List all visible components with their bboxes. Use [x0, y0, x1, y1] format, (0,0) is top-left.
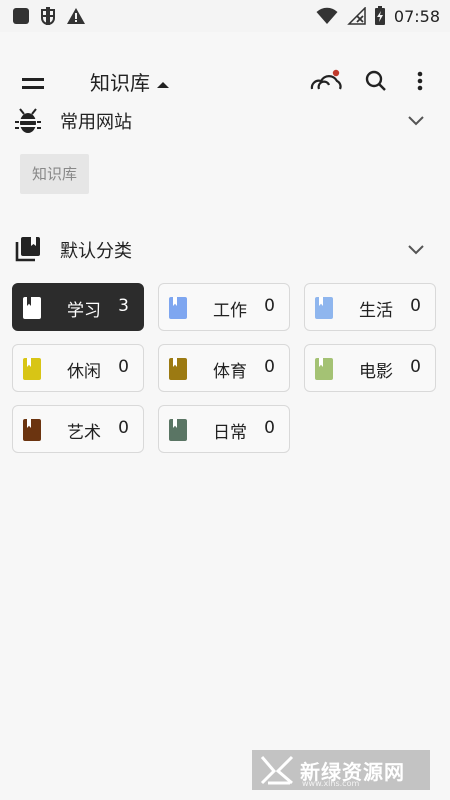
book-icon [23, 419, 41, 441]
category-name: 休闲 [67, 362, 101, 382]
category-item[interactable]: 生活 0 [304, 283, 436, 331]
book-icon [315, 297, 333, 319]
chevron-down-icon[interactable] [406, 239, 426, 259]
category-count: 0 [118, 357, 129, 377]
more-vert-icon [417, 71, 423, 95]
category-count: 0 [264, 357, 275, 377]
category-item[interactable]: 体育 0 [158, 344, 290, 392]
category-item[interactable]: 电影 0 [304, 344, 436, 392]
no-signal-icon [346, 7, 366, 25]
bug-icon [14, 106, 42, 134]
book-icon [169, 358, 187, 380]
category-name: 电影 [359, 362, 393, 382]
category-name: 学习 [67, 301, 101, 321]
status-time: 07:58 [393, 6, 440, 26]
watermark: 新绿资源网 www.xlhs.com [252, 750, 430, 790]
book-icon [315, 358, 333, 380]
app-bar-actions [310, 68, 430, 98]
warning-icon [66, 7, 86, 25]
category-name: 体育 [213, 362, 247, 382]
cloud-sync-icon [309, 67, 343, 99]
bug-notification-icon [38, 6, 58, 26]
watermark-logo [260, 755, 294, 785]
knowledge-base-selector[interactable]: 知识库 [90, 70, 170, 96]
category-count: 0 [410, 296, 421, 316]
category-name: 艺术 [67, 423, 101, 443]
menu-icon [20, 78, 48, 98]
menu-button[interactable] [20, 72, 48, 94]
sync-button[interactable] [310, 68, 342, 98]
book-icon [23, 358, 41, 380]
website-chip[interactable]: 知识库 [20, 154, 90, 194]
book-icon [23, 297, 41, 319]
category-count: 3 [118, 296, 129, 316]
status-bar: 07:58 [0, 0, 450, 32]
wifi-icon [316, 7, 338, 25]
category-item[interactable]: 学习 3 [12, 283, 144, 331]
category-name: 工作 [213, 301, 247, 321]
categories-section-title: 默认分类 [60, 241, 132, 262]
book-icon [169, 419, 187, 441]
websites-section-title: 常用网站 [60, 112, 132, 133]
app-bar: 知识库 [0, 60, 450, 104]
square-notification-icon [12, 7, 30, 25]
category-count: 0 [118, 418, 129, 438]
watermark-subtext: www.xlhs.com [302, 779, 360, 788]
websites-section-header[interactable]: 常用网站 [0, 100, 450, 140]
status-right-icons: 07:58 [316, 6, 440, 26]
library-books-icon [14, 235, 42, 263]
category-item[interactable]: 休闲 0 [12, 344, 144, 392]
category-name: 日常 [213, 423, 247, 443]
categories-section-header[interactable]: 默认分类 [0, 229, 450, 269]
status-left-icons [12, 6, 86, 26]
battery-icon [374, 6, 386, 26]
book-icon [169, 297, 187, 319]
category-count: 0 [264, 296, 275, 316]
category-item[interactable]: 艺术 0 [12, 405, 144, 453]
category-count: 0 [410, 357, 421, 377]
search-icon [365, 70, 387, 96]
dropdown-arrow-icon [156, 71, 170, 95]
category-item[interactable]: 日常 0 [158, 405, 290, 453]
more-button[interactable] [410, 68, 430, 98]
page-title: 知识库 [90, 71, 150, 95]
category-name: 生活 [359, 301, 393, 321]
sync-status-dot [332, 69, 340, 77]
category-count: 0 [264, 418, 275, 438]
search-button[interactable] [360, 68, 392, 98]
category-item[interactable]: 工作 0 [158, 283, 290, 331]
chevron-down-icon[interactable] [406, 110, 426, 130]
